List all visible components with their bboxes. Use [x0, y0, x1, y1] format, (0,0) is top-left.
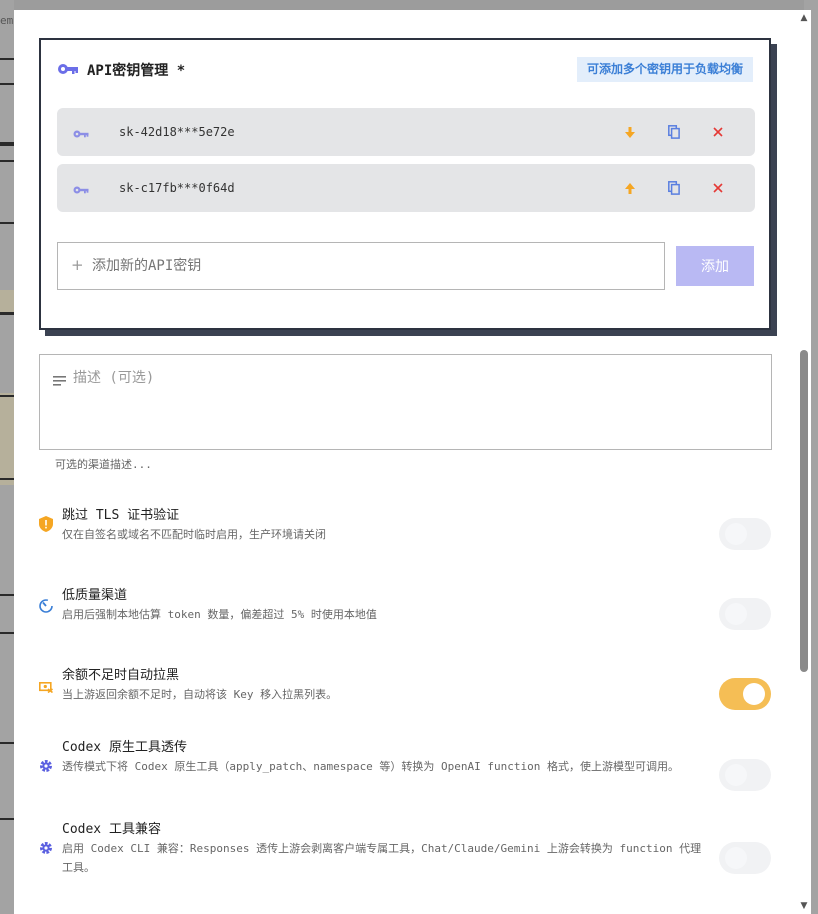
add-key-button[interactable]: 添加: [676, 246, 754, 286]
backdrop-divider: [0, 83, 14, 85]
backdrop-divider: [0, 478, 14, 480]
toggle-knob: [725, 523, 747, 545]
key-icon: [73, 180, 89, 199]
move-down-button[interactable]: [622, 124, 638, 140]
gear-icon: [39, 840, 55, 856]
key-icon: [73, 124, 89, 143]
backdrop-stub-text: em: [0, 14, 14, 27]
setting-title: Codex 工具兼容: [62, 822, 161, 837]
close-icon: [713, 127, 723, 137]
key-icon: [57, 61, 79, 80]
api-key-value: sk-c17fb***0f64d: [119, 181, 235, 195]
shield-alert-icon: [39, 516, 55, 532]
codex-passthrough-toggle[interactable]: [719, 759, 771, 791]
setting-title: Codex 原生工具透传: [62, 740, 187, 755]
backdrop-divider: [0, 222, 14, 224]
copy-key-button[interactable]: [666, 180, 682, 196]
load-balance-hint: 可添加多个密钥用于负载均衡: [576, 57, 753, 82]
backdrop-band: [0, 393, 14, 485]
backdrop-divider: [0, 818, 14, 820]
close-icon: [713, 183, 723, 193]
delete-key-button[interactable]: [710, 180, 726, 196]
low-quality-toggle[interactable]: [719, 598, 771, 630]
description-help: 可选的渠道描述...: [55, 458, 152, 471]
description-placeholder: 描述 (可选): [73, 370, 155, 386]
api-key-title: API密钥管理 *: [87, 63, 186, 79]
api-key-card-header: API密钥管理 *: [57, 60, 185, 80]
plus-icon: +: [71, 256, 84, 274]
backdrop-divider: [0, 395, 14, 397]
setting-desc: 启用 Codex CLI 兼容：Responses 透传上游会剥离客户端专属工具…: [62, 842, 702, 874]
copy-icon: [668, 125, 680, 139]
api-key-value: sk-42d18***5e72e: [119, 125, 235, 139]
toggle-knob: [725, 764, 747, 786]
copy-icon: [668, 181, 680, 195]
channel-edit-modal: API密钥管理 * 可添加多个密钥用于负载均衡 sk-42d18***5e72e: [14, 10, 802, 914]
toggle-knob: [725, 847, 747, 869]
copy-key-button[interactable]: [666, 124, 682, 140]
scroll-up-arrow[interactable]: ▲: [799, 12, 809, 24]
toggle-knob: [743, 683, 765, 705]
codex-compat-toggle[interactable]: [719, 842, 771, 874]
setting-title: 跳过 TLS 证书验证: [62, 508, 180, 523]
api-key-card: API密钥管理 * 可添加多个密钥用于负载均衡 sk-42d18***5e72e: [39, 38, 771, 330]
setting-desc: 透传模式下将 Codex 原生工具（apply_patch、namespace …: [62, 760, 680, 773]
gauge-icon: [39, 598, 55, 614]
new-api-key-input[interactable]: [57, 242, 665, 290]
setting-desc: 仅在自签名或域名不匹配时临时启用，生产环境请关闭: [62, 528, 326, 541]
backdrop-band: [0, 290, 14, 312]
scrollbar-thumb[interactable]: [800, 350, 808, 672]
required-mark: *: [176, 63, 186, 79]
setting-desc: 启用后强制本地估算 token 数量，偏差超过 5% 时使用本地值: [62, 608, 377, 621]
delete-key-button[interactable]: [710, 124, 726, 140]
description-textarea[interactable]: 描述 (可选): [39, 354, 772, 450]
arrow-down-icon: [625, 126, 635, 138]
setting-desc: 当上游返回余额不足时，自动将该 Key 移入拉黑列表。: [62, 688, 338, 701]
scroll-down-arrow[interactable]: ▼: [799, 900, 809, 912]
api-key-row: sk-42d18***5e72e: [57, 108, 755, 156]
backdrop-top-strip: [14, 0, 804, 10]
setting-title: 低质量渠道: [62, 588, 128, 603]
backdrop-divider: [0, 742, 14, 744]
gear-icon: [39, 758, 55, 774]
backdrop-divider: [0, 160, 14, 162]
backdrop-divider: [0, 312, 14, 315]
backdrop-divider: [0, 142, 14, 146]
notes-icon: [53, 371, 66, 390]
api-key-row: sk-c17fb***0f64d: [57, 164, 755, 212]
backdrop-divider: [0, 594, 14, 596]
setting-title: 余额不足时自动拉黑: [62, 668, 180, 683]
backdrop-divider: [0, 58, 14, 60]
backdrop-divider: [0, 632, 14, 634]
skip-tls-toggle[interactable]: [719, 518, 771, 550]
toggle-knob: [725, 603, 747, 625]
money-off-icon: [39, 678, 55, 694]
auto-blacklist-toggle[interactable]: [719, 678, 771, 710]
arrow-up-icon: [625, 182, 635, 194]
move-up-button[interactable]: [622, 180, 638, 196]
